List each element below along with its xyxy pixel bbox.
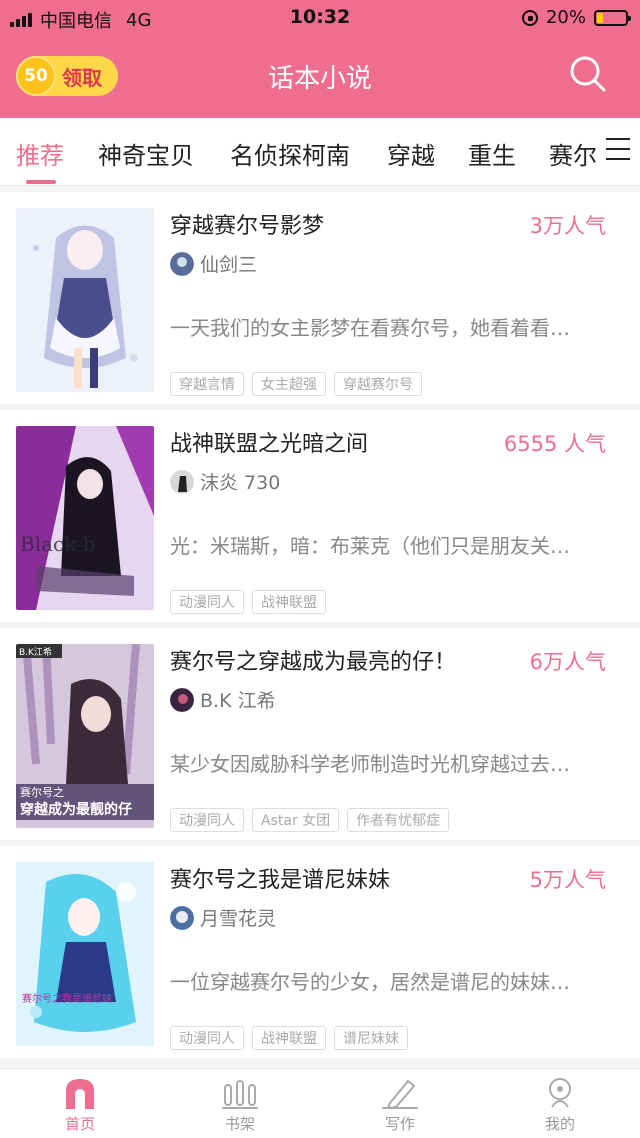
book-description: 一位穿越赛尔号的少女，居然是谱尼的妹妹… — [170, 970, 570, 994]
book-title[interactable]: 赛尔号之穿越成为最亮的仔！ — [170, 644, 456, 676]
author-row: 仙剑三 — [170, 250, 257, 277]
tag[interactable]: 战神联盟 — [252, 1026, 326, 1050]
bookshelf-icon — [222, 1077, 258, 1109]
home-icon — [62, 1077, 98, 1109]
tab-rebirth[interactable]: 重生 — [468, 136, 516, 171]
pencil-icon — [382, 1077, 418, 1110]
book-title[interactable]: 战神联盟之光暗之间 — [170, 426, 368, 458]
tab-conan[interactable]: 名侦探柯南 — [230, 136, 350, 171]
nav-label: 书架 — [224, 1115, 255, 1133]
nav-write[interactable]: 写作 — [320, 1069, 480, 1138]
book-card[interactable]: 赛尔号之我是谱尼妹 赛尔号之我是谱尼妹妹 5万人气 月雪花灵 一位穿越赛尔号的少… — [0, 846, 640, 1058]
author-row: 月雪花灵 — [170, 904, 276, 931]
author-row: 沫炎 730 — [170, 468, 280, 495]
popularity-count: 6555 人气 — [503, 432, 606, 456]
tag[interactable]: 女主超强 — [252, 372, 326, 396]
book-title[interactable]: 赛尔号之我是谱尼妹妹 — [170, 862, 390, 894]
nav-bookshelf[interactable]: 书架 — [160, 1069, 320, 1138]
book-description: 光：米瑞斯，暗：布莱克（他们只是朋友关… — [170, 534, 570, 558]
author-name: B.K 江希 — [200, 690, 276, 712]
avatar — [170, 687, 194, 712]
svg-text:穿越成为最靓的仔: 穿越成为最靓的仔 — [20, 801, 132, 818]
status-right: 20% — [521, 7, 631, 28]
tab-recommend[interactable]: 推荐 — [16, 136, 64, 171]
svg-text:B.K江希: B.K江希 — [19, 646, 52, 658]
book-cover[interactable] — [16, 208, 154, 392]
avatar — [170, 469, 194, 494]
battery-icon — [594, 9, 631, 26]
tag-list: 动漫同人 战神联盟 — [170, 590, 326, 614]
tab-time-travel[interactable]: 穿越 — [387, 136, 435, 171]
app-header: 50 领取 话本小说 — [0, 36, 640, 118]
tag[interactable]: 动漫同人 — [170, 808, 244, 832]
tag[interactable]: 谱尼妹妹 — [334, 1026, 408, 1050]
nav-label: 写作 — [384, 1115, 415, 1133]
tag[interactable]: 动漫同人 — [170, 590, 244, 614]
book-card[interactable]: Black-b 战神联盟之光暗之间 6555 人气 沫炎 730 光：米瑞斯，暗… — [0, 410, 640, 622]
book-description: 某少女因威胁科学老师制造时光机穿越过去… — [170, 752, 570, 776]
tag[interactable]: 战神联盟 — [252, 590, 326, 614]
app-title: 话本小说 — [267, 64, 372, 94]
popularity-count: 5万人气 — [529, 868, 606, 892]
profile-icon — [542, 1077, 578, 1109]
book-card[interactable]: 穿越赛尔号影梦 3万人气 仙剑三 一天我们的女主影梦在看赛尔号，她看着看… 穿越… — [0, 192, 640, 404]
nav-label: 我的 — [544, 1115, 575, 1133]
avatar — [170, 251, 194, 276]
author-name: 月雪花灵 — [200, 908, 277, 930]
active-tab-indicator — [26, 180, 56, 184]
tag-list: 动漫同人 战神联盟 谱尼妹妹 — [170, 1026, 408, 1050]
book-cover[interactable]: B.K江希 赛尔号之 穿越成为最靓的仔 — [16, 644, 154, 828]
tag[interactable]: 穿越赛尔号 — [334, 372, 422, 396]
tab-seer[interactable]: 赛尔 — [549, 136, 597, 171]
book-card[interactable]: B.K江希 赛尔号之 穿越成为最靓的仔 赛尔号之穿越成为最亮的仔！ 6万人气 B… — [0, 628, 640, 840]
status-bar: 中国电信 4G 10:32 20% — [0, 0, 640, 36]
nav-home[interactable]: 首页 — [0, 1069, 160, 1138]
book-cover[interactable]: Black-b — [16, 426, 154, 610]
battery-percent: 20% — [545, 7, 586, 28]
author-row: B.K 江希 — [170, 686, 276, 713]
rotation-lock-icon — [521, 9, 538, 26]
author-name: 沫炎 730 — [200, 472, 281, 494]
menu-icon[interactable] — [606, 138, 630, 160]
popularity-count: 6万人气 — [529, 650, 606, 674]
popularity-count: 3万人气 — [529, 214, 606, 238]
tag-list: 动漫同人 Astar 女团 作者有忧郁症 — [170, 808, 450, 832]
tag[interactable]: 穿越言情 — [170, 372, 244, 396]
tag[interactable]: 动漫同人 — [170, 1026, 244, 1050]
nav-profile[interactable]: 我的 — [480, 1069, 640, 1138]
svg-text:赛尔号之: 赛尔号之 — [20, 785, 64, 799]
nav-label: 首页 — [64, 1115, 95, 1133]
tag[interactable]: Astar 女团 — [252, 808, 340, 832]
tag[interactable]: 作者有忧郁症 — [347, 808, 450, 832]
category-tabs: 推荐 神奇宝贝 名侦探柯南 穿越 重生 赛尔 — [0, 118, 640, 186]
svg-text:赛尔号之我是谱尼妹: 赛尔号之我是谱尼妹 — [22, 992, 112, 1005]
tab-pokemon[interactable]: 神奇宝贝 — [98, 136, 194, 171]
book-description: 一天我们的女主影梦在看赛尔号，她看着看… — [170, 316, 570, 340]
avatar — [170, 905, 194, 930]
search-icon[interactable] — [568, 54, 608, 94]
book-title[interactable]: 穿越赛尔号影梦 — [170, 208, 324, 240]
svg-text:Black-b: Black-b — [20, 532, 96, 556]
book-cover[interactable]: 赛尔号之我是谱尼妹 — [16, 862, 154, 1046]
bottom-nav: 首页 书架 写作 我的 — [0, 1068, 640, 1138]
author-name: 仙剑三 — [200, 254, 258, 276]
tag-list: 穿越言情 女主超强 穿越赛尔号 — [170, 372, 422, 396]
